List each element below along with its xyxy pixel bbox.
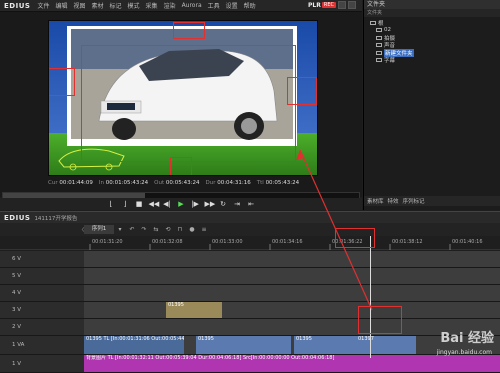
watermark-text: Bai 经验 — [440, 331, 494, 346]
watermark-url: jingyan.baidu.com — [436, 349, 492, 356]
annotation-arrow — [296, 149, 373, 311]
